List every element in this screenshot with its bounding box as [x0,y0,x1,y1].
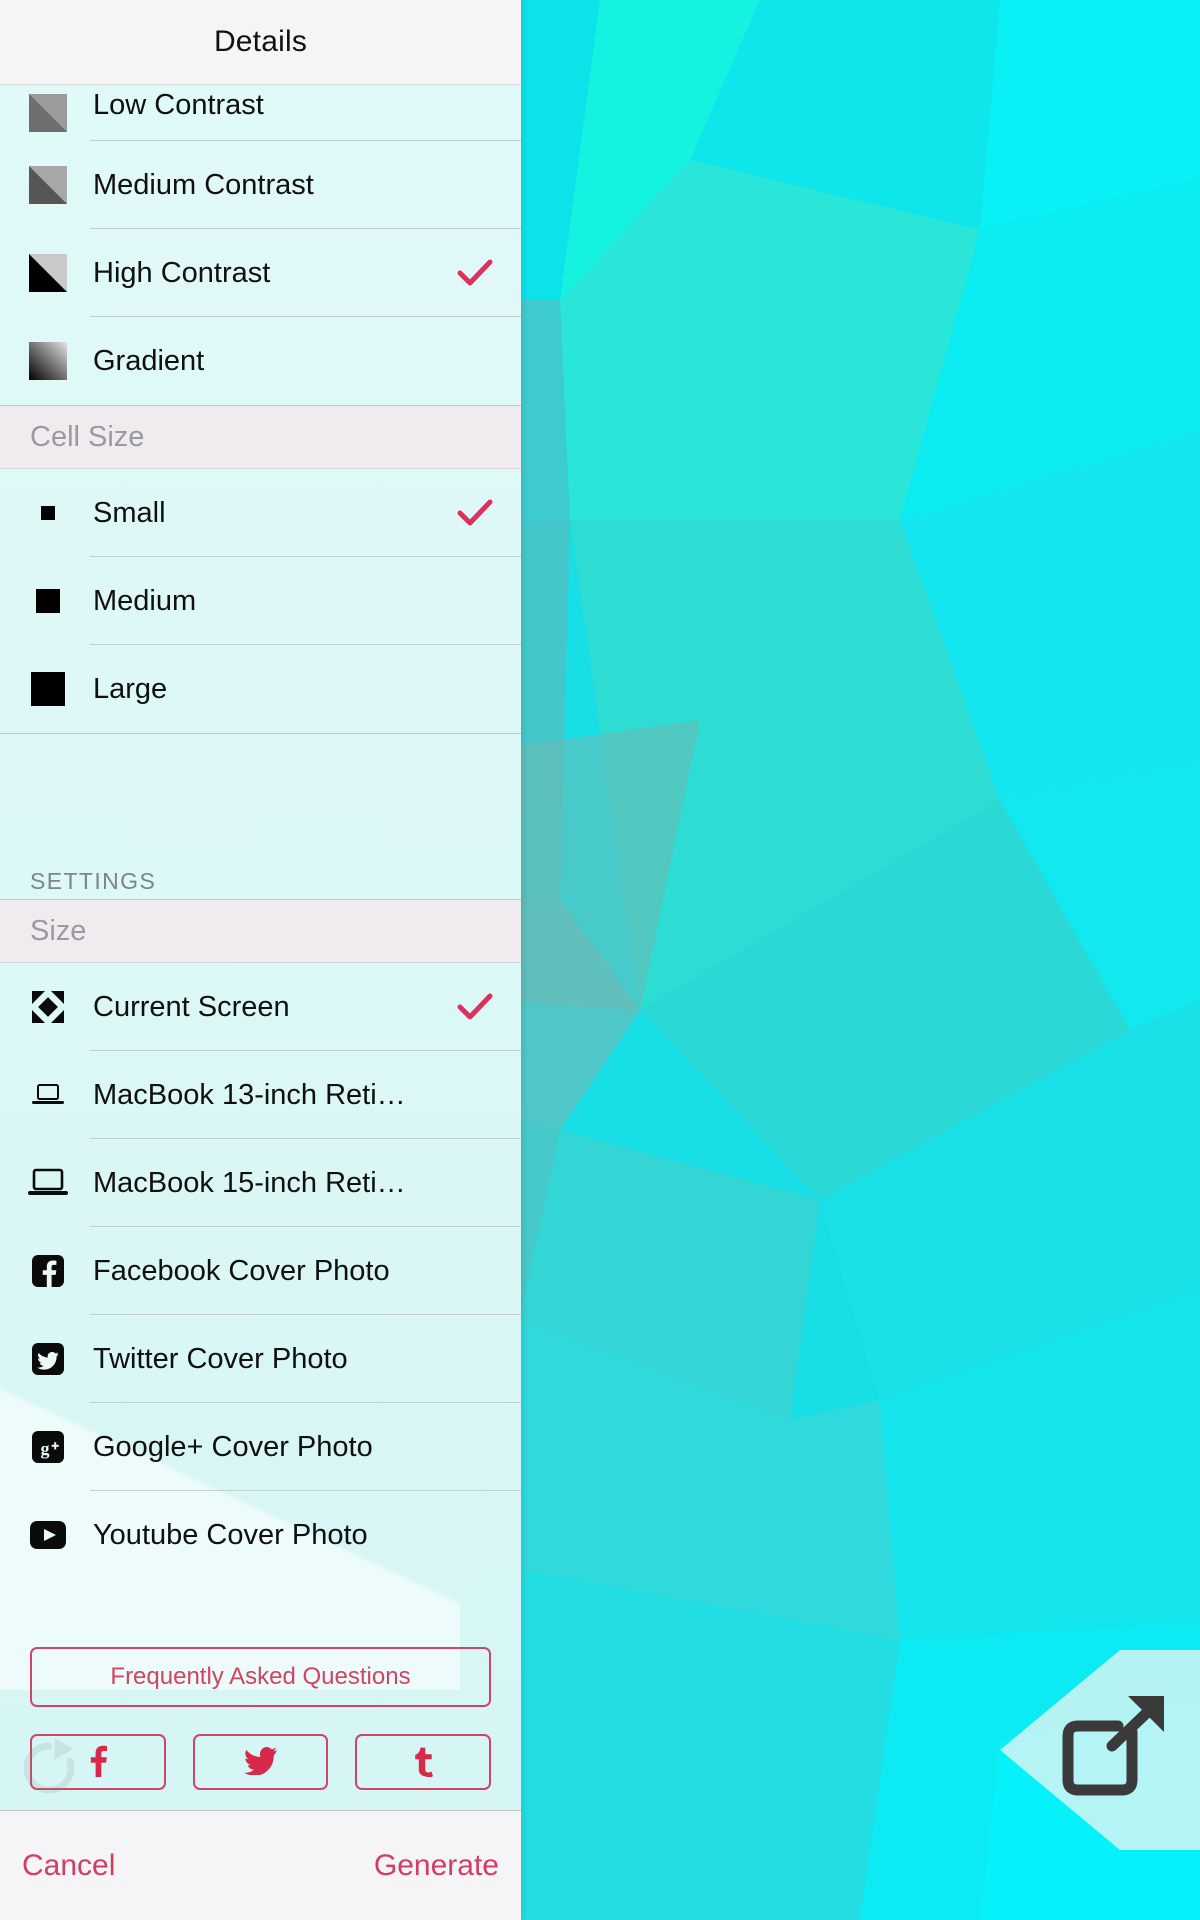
google-plus-icon: g [22,1429,74,1465]
list-item-cell-medium[interactable]: Medium [0,557,521,645]
settings-caption: SETTINGS [30,868,157,894]
list-item-low-contrast[interactable]: Low Contrast [0,85,521,141]
list-tail-gap [0,1579,521,1625]
list-item-current-screen[interactable]: Current Screen [0,963,521,1051]
page-title: Details [213,25,308,58]
list-item-label: Medium Contrast [93,168,314,201]
twitter-bird-icon [243,1746,278,1778]
gradient-swatch-icon [22,342,74,380]
expand-arrows-icon [22,989,74,1025]
list-item-googleplus-cover[interactable]: g Google+ Cover Photo [0,1403,521,1491]
list-item-gradient[interactable]: Gradient [0,317,521,405]
section-header-label: Cell Size [30,420,145,453]
list-item-label: MacBook 13-inch Reti… [93,1078,406,1111]
laptop-small-icon [22,1082,74,1108]
list-item-facebook-cover[interactable]: Facebook Cover Photo [0,1227,521,1315]
contrast-medium-swatch-icon [22,166,74,204]
checkmark-icon [455,259,495,287]
share-twitter-button[interactable] [192,1734,329,1790]
facebook-f-icon [87,1745,109,1780]
list-item-label: Twitter Cover Photo [93,1342,348,1375]
list-item-label: Medium [93,584,197,617]
list-item-label: Youtube Cover Photo [93,1518,368,1551]
contrast-high-swatch-icon [22,254,74,292]
panel-header: Details [0,0,521,85]
list-item-label: MacBook 15-inch Reti… [93,1166,406,1199]
actions-block: Frequently Asked Questions [0,1625,521,1794]
list-item-label: Low Contrast [93,88,264,121]
square-large-icon [22,672,74,706]
section-header-size: Size [0,899,521,963]
generate-button[interactable]: Generate [374,1849,499,1883]
cancel-button[interactable]: Cancel [22,1849,115,1883]
tumblr-t-icon [413,1745,434,1780]
list-item-cell-large[interactable]: Large [0,645,521,733]
group-gap [0,733,521,837]
list-item-label: Facebook Cover Photo [93,1254,390,1287]
list-item-macbook-15[interactable]: MacBook 15-inch Reti… [0,1139,521,1227]
square-medium-icon [22,589,74,613]
external-link-chip[interactable] [1000,1650,1200,1850]
section-header-label: Size [30,914,87,947]
list-item-label: Small [93,496,166,529]
details-panel: Details Low Contrast Medium Contrast Hig… [0,0,521,1920]
list-item-label: Current Screen [93,990,290,1023]
facebook-icon [22,1253,74,1289]
square-small-icon [22,506,74,520]
contrast-low-swatch-icon [22,85,74,132]
list-item-cell-small[interactable]: Small [0,469,521,557]
panel-footer: Cancel Generate [0,1810,521,1920]
share-tumblr-button[interactable] [355,1734,492,1790]
list-item-label: Google+ Cover Photo [93,1430,373,1463]
svg-text:g: g [41,1439,50,1459]
list-item-label: High Contrast [93,256,271,289]
list-item-twitter-cover[interactable]: Twitter Cover Photo [0,1315,521,1403]
panel-scroll-body[interactable]: Low Contrast Medium Contrast High Contra… [0,85,521,1810]
list-item-medium-contrast[interactable]: Medium Contrast [0,141,521,229]
faq-button[interactable]: Frequently Asked Questions [30,1647,491,1707]
list-item-label: Gradient [93,344,205,377]
checkmark-icon [455,993,495,1021]
list-item-macbook-13[interactable]: MacBook 13-inch Reti… [0,1051,521,1139]
list-item-youtube-cover[interactable]: Youtube Cover Photo [0,1491,521,1579]
list-item-label: Large [93,672,168,705]
youtube-icon [22,1520,74,1550]
laptop-large-icon [22,1168,74,1198]
app-root: Details Low Contrast Medium Contrast Hig… [0,0,1200,1920]
share-button-row [30,1734,492,1790]
twitter-icon [22,1341,74,1377]
list-item-high-contrast[interactable]: High Contrast [0,229,521,317]
section-header-cell-size: Cell Size [0,405,521,469]
share-facebook-button[interactable] [30,1734,166,1790]
checkmark-icon [455,499,495,527]
